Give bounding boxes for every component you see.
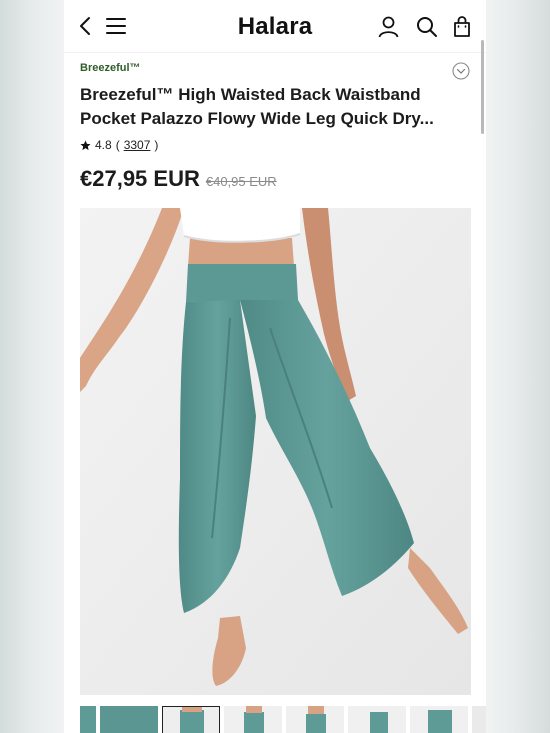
scroll-indicator[interactable] xyxy=(481,40,484,134)
thumbnail[interactable] xyxy=(100,706,158,733)
sale-price: €27,95 EUR xyxy=(80,166,200,191)
search-icon[interactable] xyxy=(416,16,438,38)
thumbnail-strip xyxy=(64,706,486,733)
expand-title-icon[interactable] xyxy=(452,62,470,80)
thumbnail[interactable] xyxy=(224,706,282,733)
blurred-background-left xyxy=(0,0,64,733)
thumbnail-selected[interactable] xyxy=(162,706,220,733)
product-page: Halara Breezeful™ Breezeful™ High Waiste… xyxy=(64,0,486,733)
thumbnail[interactable] xyxy=(348,706,406,733)
blurred-background-right xyxy=(486,0,550,733)
product-title-line-2: Pocket Palazzo Flowy Wide Leg Quick Dry.… xyxy=(80,109,434,128)
star-icon xyxy=(80,140,91,150)
account-icon[interactable] xyxy=(378,16,399,38)
rating-paren-open: ( xyxy=(115,138,120,152)
product-photo-illustration xyxy=(80,208,471,695)
product-title: Breezeful™ High Waisted Back Waistband P… xyxy=(80,83,460,131)
rating-value: 4.8 xyxy=(95,138,112,152)
price-row: €27,95 EUR €40,95 EUR xyxy=(80,166,277,192)
review-count-link[interactable]: 3307 xyxy=(124,138,151,152)
thumbnail[interactable] xyxy=(80,706,96,733)
rating-paren-close: ) xyxy=(154,138,159,152)
thumbnail[interactable] xyxy=(410,706,468,733)
thumbnail[interactable] xyxy=(472,706,486,733)
bag-icon[interactable] xyxy=(453,16,471,38)
original-price: €40,95 EUR xyxy=(205,174,277,189)
rating-summary[interactable]: 4.8 ( 3307 ) xyxy=(80,138,158,152)
product-title-line-1: Breezeful™ High Waisted Back Waistband xyxy=(80,85,421,104)
top-nav-bar: Halara xyxy=(64,0,486,53)
product-brand-link[interactable]: Breezeful™ xyxy=(80,62,141,74)
product-main-image[interactable] xyxy=(80,208,471,695)
thumbnail[interactable] xyxy=(286,706,344,733)
